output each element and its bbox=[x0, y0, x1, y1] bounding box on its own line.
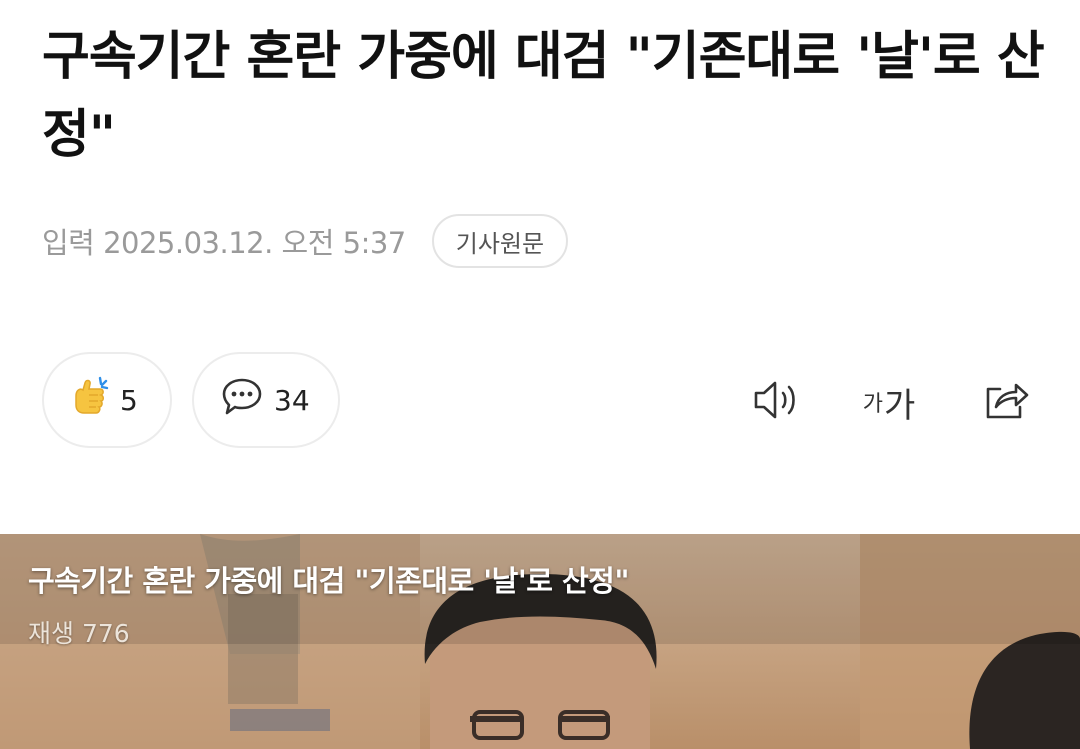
share-icon bbox=[980, 377, 1032, 427]
article-title: 구속기간 혼란 가중에 대검 "기존대로 '날'로 산정" bbox=[42, 27, 1045, 165]
video-player[interactable]: 구속기간 혼란 가중에 대검 "기존대로 '날'로 산정" 재생 776 bbox=[0, 534, 1080, 749]
video-title: 구속기간 혼란 가중에 대검 "기존대로 '날'로 산정" bbox=[28, 564, 629, 598]
comment-count: 34 bbox=[274, 383, 310, 417]
publish-date: 입력 2025.03.12. 오전 5:37 bbox=[42, 226, 406, 260]
font-small-label: 가 bbox=[862, 392, 883, 417]
video-view-count: 재생 776 bbox=[28, 619, 130, 648]
speaker-icon bbox=[751, 378, 805, 426]
article-meta: 입력 2025.03.12. 오전 5:37 기사원문 bbox=[42, 214, 569, 268]
listen-button[interactable] bbox=[748, 372, 808, 432]
original-article-button[interactable]: 기사원문 bbox=[431, 214, 569, 268]
share-button[interactable] bbox=[976, 372, 1036, 432]
font-size-button[interactable]: 가 가 bbox=[854, 372, 924, 432]
font-large-label: 가 bbox=[883, 385, 916, 426]
clap-hand-icon bbox=[70, 374, 110, 427]
like-count: 5 bbox=[120, 383, 138, 417]
comment-button[interactable]: 34 bbox=[192, 352, 340, 448]
speech-bubble-icon bbox=[220, 376, 264, 425]
like-button[interactable]: 5 bbox=[42, 352, 172, 448]
